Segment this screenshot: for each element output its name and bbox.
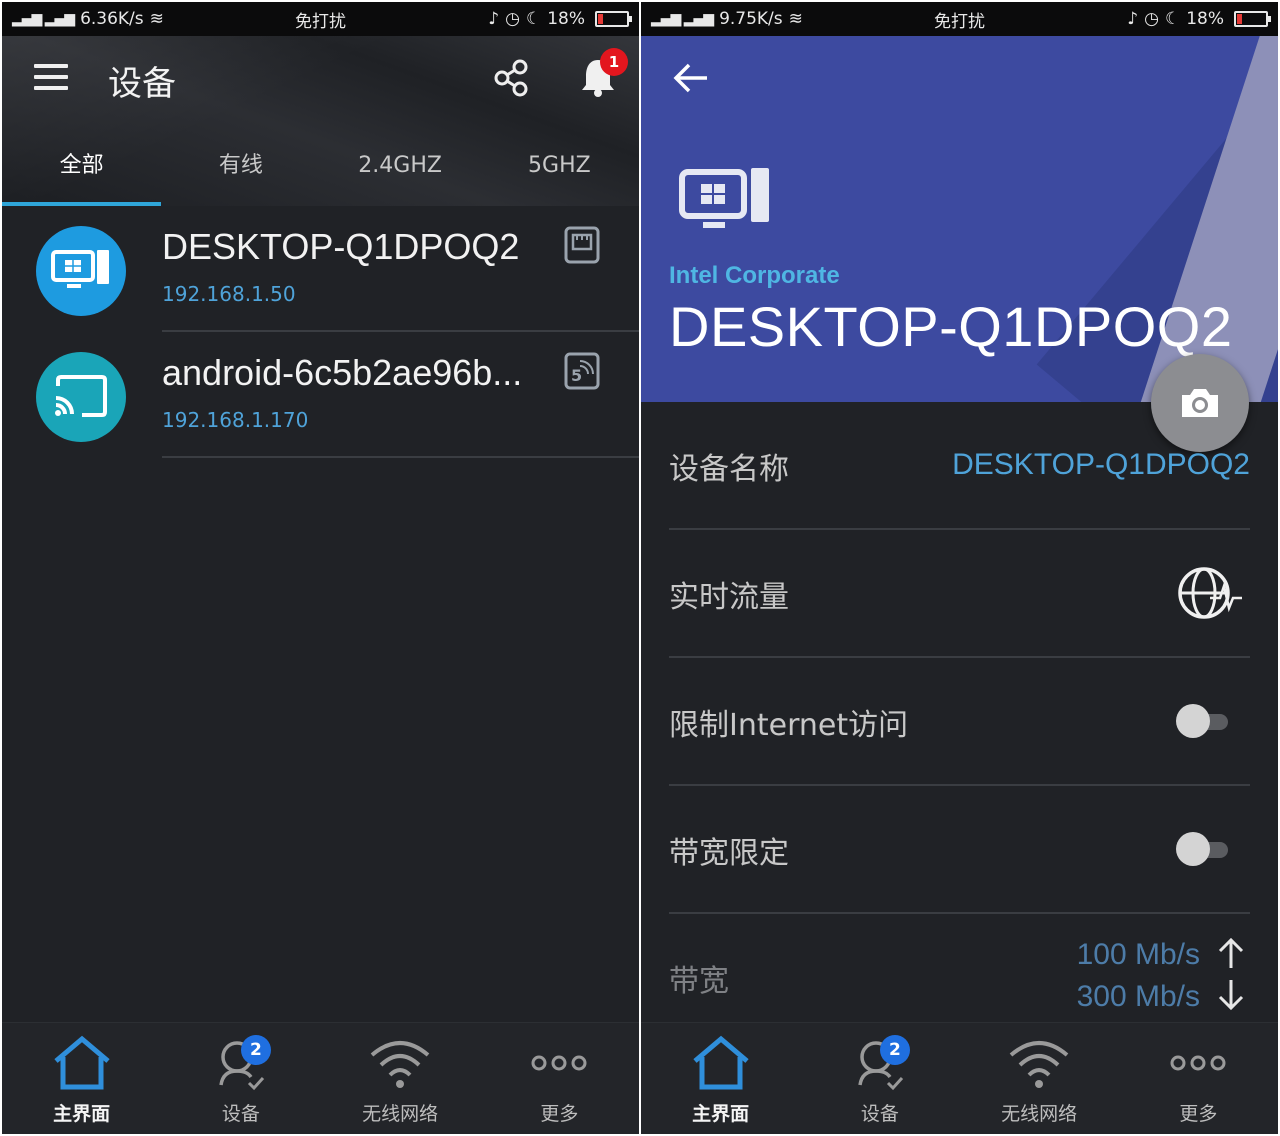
nav-home-label: 主界面 — [692, 1103, 750, 1125]
device-list-item[interactable]: android-6c5b2ae96b... 192.168.1.170 5 — [2, 332, 639, 458]
ethernet-icon — [564, 226, 600, 264]
back-arrow-icon[interactable] — [671, 60, 711, 96]
setting-label: 实时流量 — [669, 580, 789, 615]
tab-5ghz[interactable]: 5GHZ — [480, 140, 639, 206]
bottom-nav: 主界面 2 设备 无线网络 更多 — [2, 1022, 639, 1134]
devices-list-screen: ▂▄▆ ▂▄▆ 6.36K/s ≋ 免打扰 ♪ ◷ ☾ 18% 设备 1 全部 … — [2, 2, 639, 1134]
download-arrow-icon — [1218, 980, 1244, 1011]
battery-icon — [1234, 11, 1272, 27]
nav-wireless[interactable]: 无线网络 — [960, 1023, 1119, 1134]
setting-bandwidth-limit: 带宽限定 — [669, 786, 1250, 914]
signal-icon: ▂▄▆ ▂▄▆ — [12, 11, 75, 27]
status-bar: ▂▄▆ ▂▄▆ 6.36K/s ≋ 免打扰 ♪ ◷ ☾ 18% — [2, 2, 639, 36]
filter-tabs: 全部 有线 2.4GHZ 5GHZ — [2, 140, 639, 206]
nav-more[interactable]: 更多 — [1119, 1023, 1278, 1134]
menu-icon[interactable] — [34, 64, 68, 90]
battery-percent: 18% — [1186, 9, 1225, 29]
limit-internet-toggle[interactable] — [1176, 704, 1230, 738]
network-speed: 9.75K/s — [719, 9, 783, 29]
nav-wireless-label: 无线网络 — [362, 1103, 439, 1125]
pc-avatar-icon — [36, 226, 126, 316]
status-bar: ▂▄▆ ▂▄▆ 9.75K/s ≋ 免打扰 ♪ ◷ ☾ 18% — [641, 2, 1278, 36]
mute-icon: ♪ — [488, 9, 500, 29]
devices-badge: 2 — [240, 1035, 271, 1065]
battery-icon — [595, 11, 633, 27]
network-speed: 6.36K/s — [80, 9, 144, 29]
app-header: 设备 1 全部 有线 2.4GHZ 5GHZ — [2, 36, 639, 206]
pc-icon — [679, 168, 769, 228]
alarm-icon: ◷ — [1144, 9, 1159, 29]
setting-device-name[interactable]: 设备名称 DESKTOP-Q1DPOQ2 — [669, 402, 1250, 530]
divider — [162, 456, 639, 458]
tab-wired[interactable]: 有线 — [161, 140, 320, 206]
nav-devices-label: 设备 — [860, 1103, 899, 1125]
more-icon — [1170, 1055, 1226, 1071]
traffic-globe-icon — [1178, 567, 1242, 619]
setting-limit-internet: 限制Internet访问 — [669, 658, 1250, 786]
bottom-nav: 主界面 2 设备 无线网络 更多 — [641, 1022, 1278, 1134]
home-icon — [54, 1035, 110, 1090]
cast-avatar-icon — [36, 352, 126, 442]
wifi-status-icon: ≋ — [788, 9, 803, 29]
battery-percent: 18% — [547, 9, 586, 29]
device-list-item[interactable]: DESKTOP-Q1DPOQ2 192.168.1.50 — [2, 206, 639, 332]
nav-wireless[interactable]: 无线网络 — [321, 1023, 480, 1134]
nav-devices[interactable]: 2 设备 — [161, 1023, 320, 1134]
wifi-status-icon: ≋ — [149, 9, 164, 29]
device-title: DESKTOP-Q1DPOQ2 — [669, 295, 1233, 358]
share-icon[interactable] — [492, 58, 532, 98]
signal-icon: ▂▄▆ ▂▄▆ — [651, 11, 714, 27]
nav-devices[interactable]: 2 设备 — [800, 1023, 959, 1134]
page-title: 设备 — [108, 64, 176, 104]
device-name: DESKTOP-Q1DPOQ2 — [162, 226, 520, 267]
upload-arrow-icon — [1218, 937, 1244, 968]
nav-more-label: 更多 — [1179, 1103, 1218, 1125]
device-ip: 192.168.1.170 — [162, 408, 309, 432]
upload-speed: 100 Mb/s — [1076, 938, 1200, 971]
alarm-icon: ◷ — [505, 9, 520, 29]
vendor-name: Intel Corporate — [669, 262, 840, 289]
setting-label: 带宽 — [669, 964, 729, 999]
nav-devices-label: 设备 — [221, 1103, 260, 1125]
device-name-value: DESKTOP-Q1DPOQ2 — [952, 448, 1250, 481]
nav-more-label: 更多 — [540, 1103, 579, 1125]
wifi-icon — [1009, 1041, 1069, 1088]
nav-home[interactable]: 主界面 — [641, 1023, 800, 1134]
tab-all[interactable]: 全部 — [2, 140, 162, 206]
moon-icon: ☾ — [1164, 9, 1181, 29]
setting-realtime-traffic[interactable]: 实时流量 — [669, 530, 1250, 658]
bandwidth-limit-toggle[interactable] — [1176, 832, 1230, 866]
download-speed: 300 Mb/s — [1076, 980, 1200, 1013]
device-ip: 192.168.1.50 — [162, 282, 296, 306]
more-icon — [531, 1055, 587, 1071]
devices-badge: 2 — [879, 1035, 910, 1065]
setting-label: 限制Internet访问 — [669, 708, 909, 743]
nav-wireless-label: 无线网络 — [1001, 1103, 1078, 1125]
wifi-5g-icon: 5 — [564, 352, 600, 390]
device-name: android-6c5b2ae96b... — [162, 352, 523, 393]
home-icon — [693, 1035, 749, 1090]
device-header: Intel Corporate DESKTOP-Q1DPOQ2 — [641, 36, 1278, 402]
wifi-icon — [370, 1041, 430, 1088]
nav-home[interactable]: 主界面 — [2, 1023, 161, 1134]
mute-icon: ♪ — [1127, 9, 1139, 29]
setting-label: 设备名称 — [669, 452, 789, 487]
moon-icon: ☾ — [525, 9, 542, 29]
setting-label: 带宽限定 — [669, 836, 789, 871]
dnd-label: 免打扰 — [295, 11, 346, 32]
tab-2-4ghz[interactable]: 2.4GHZ — [321, 140, 480, 206]
nav-more[interactable]: 更多 — [480, 1023, 639, 1134]
device-detail-screen: ▂▄▆ ▂▄▆ 9.75K/s ≋ 免打扰 ♪ ◷ ☾ 18% Intel Co… — [641, 2, 1278, 1134]
dnd-label: 免打扰 — [934, 11, 985, 32]
notification-badge: 1 — [600, 48, 628, 76]
nav-home-label: 主界面 — [53, 1103, 111, 1125]
svg-text:5: 5 — [571, 366, 582, 385]
